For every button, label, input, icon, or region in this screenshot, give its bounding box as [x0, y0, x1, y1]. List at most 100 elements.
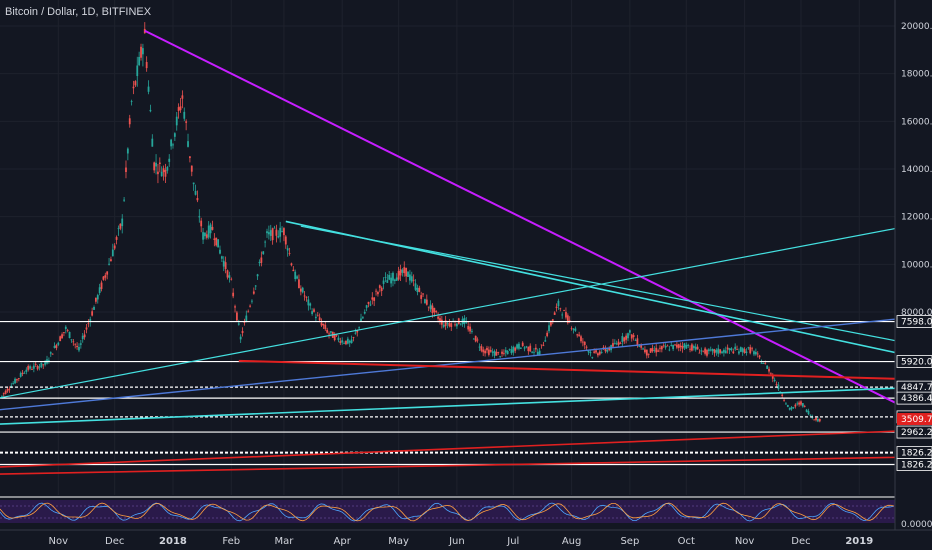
candle-body: [53, 345, 56, 348]
candle-body: [700, 350, 703, 352]
time-tick-label: 2019: [845, 536, 873, 547]
candle-body: [790, 407, 793, 410]
candle-body: [702, 350, 705, 352]
candle-body: [572, 329, 575, 330]
candle-body: [627, 333, 629, 339]
candle-body: [474, 335, 477, 342]
price-tick-label: 20000.0: [901, 22, 932, 32]
candle-body: [613, 342, 616, 344]
candle-body: [234, 306, 236, 308]
candle-body: [768, 368, 770, 372]
oscillator-background: [0, 500, 895, 523]
candle-body: [228, 275, 231, 278]
candle-body: [126, 148, 129, 154]
candle-body: [662, 345, 665, 347]
candle-body: [111, 249, 114, 257]
candle-body: [74, 343, 77, 345]
candle-body: [346, 338, 349, 344]
candle-body: [339, 341, 342, 343]
candle-body: [375, 290, 377, 292]
candle-body: [709, 349, 712, 351]
candle-body: [222, 260, 225, 267]
candle-body: [706, 349, 708, 356]
candle-body: [598, 351, 601, 355]
candle-body: [113, 245, 116, 249]
candle-body: [87, 323, 90, 325]
candle-body: [117, 228, 120, 230]
candle-body: [766, 365, 769, 369]
candle-body: [521, 342, 524, 346]
candle-body: [168, 158, 171, 162]
candle-body: [615, 343, 618, 345]
candle-body: [758, 355, 761, 358]
candle-body: [817, 419, 819, 422]
candle-body: [739, 347, 742, 352]
candle-body: [59, 336, 62, 342]
candle-body: [807, 411, 810, 415]
candle-body: [209, 224, 212, 234]
candle-body: [138, 56, 141, 66]
candle-body: [260, 257, 263, 263]
candle-body: [202, 232, 204, 240]
candle-body: [354, 332, 357, 334]
price-tick-label: 10000.0: [901, 260, 932, 270]
candle-body: [164, 169, 167, 177]
candle-body: [504, 350, 507, 353]
candle-body: [220, 256, 223, 259]
candle-body: [158, 162, 161, 165]
candle-body: [153, 162, 156, 171]
candle-body: [115, 237, 118, 240]
candle-body: [286, 248, 289, 251]
candle-body: [760, 362, 763, 364]
candle-body: [747, 347, 750, 349]
candle-body: [548, 325, 550, 332]
price-tick-label: 16000.0: [901, 117, 932, 127]
candle-body: [140, 46, 142, 58]
chart-title: Bitcoin / Dollar, 1D, BITFINEX: [5, 6, 152, 18]
candle-body: [322, 323, 325, 326]
candle-body: [350, 339, 353, 344]
price-chart[interactable]: 20000.0 18000.0 16000.0 14000.0 12000.0 10000…: [0, 0, 932, 550]
candle-body: [292, 269, 295, 272]
time-tick-label: Dec: [105, 536, 124, 547]
candle-body: [407, 271, 409, 277]
candle-body: [303, 295, 306, 297]
candle-body: [384, 277, 387, 278]
candle-body: [788, 407, 791, 410]
candle-body: [0, 395, 3, 397]
candle-body: [8, 389, 11, 391]
candle-body: [544, 340, 547, 342]
time-tick-label: 2018: [159, 536, 187, 547]
candle-body: [187, 141, 189, 147]
candle-body: [775, 384, 778, 385]
candle-body: [798, 402, 801, 405]
candle-body: [773, 379, 776, 382]
candle-body: [17, 378, 20, 380]
candle-body: [741, 348, 744, 353]
time-tick-label: Dec: [791, 536, 810, 547]
candle-body: [634, 340, 637, 341]
candle-body: [311, 311, 314, 314]
candle-body: [110, 259, 112, 262]
candle-body: [132, 86, 135, 89]
candle-body: [424, 299, 426, 304]
candle-body: [550, 322, 552, 326]
candle-body: [330, 331, 332, 333]
candle-body: [367, 301, 370, 304]
candle-body: [489, 350, 492, 352]
candle-body: [405, 267, 408, 277]
candle-body: [369, 304, 372, 306]
candle-body: [401, 269, 404, 273]
candle-body: [147, 86, 150, 92]
candle-body: [269, 230, 272, 236]
candle-body: [478, 346, 481, 348]
price-tick-label: 18000.0: [901, 70, 932, 80]
candle-body: [382, 280, 385, 284]
candle-body: [692, 346, 695, 349]
candle-body: [230, 278, 233, 280]
candle-body: [561, 314, 564, 316]
candle-body: [198, 216, 201, 218]
candle-body: [783, 399, 785, 401]
candle-body: [172, 144, 174, 146]
candle-body: [267, 232, 270, 235]
